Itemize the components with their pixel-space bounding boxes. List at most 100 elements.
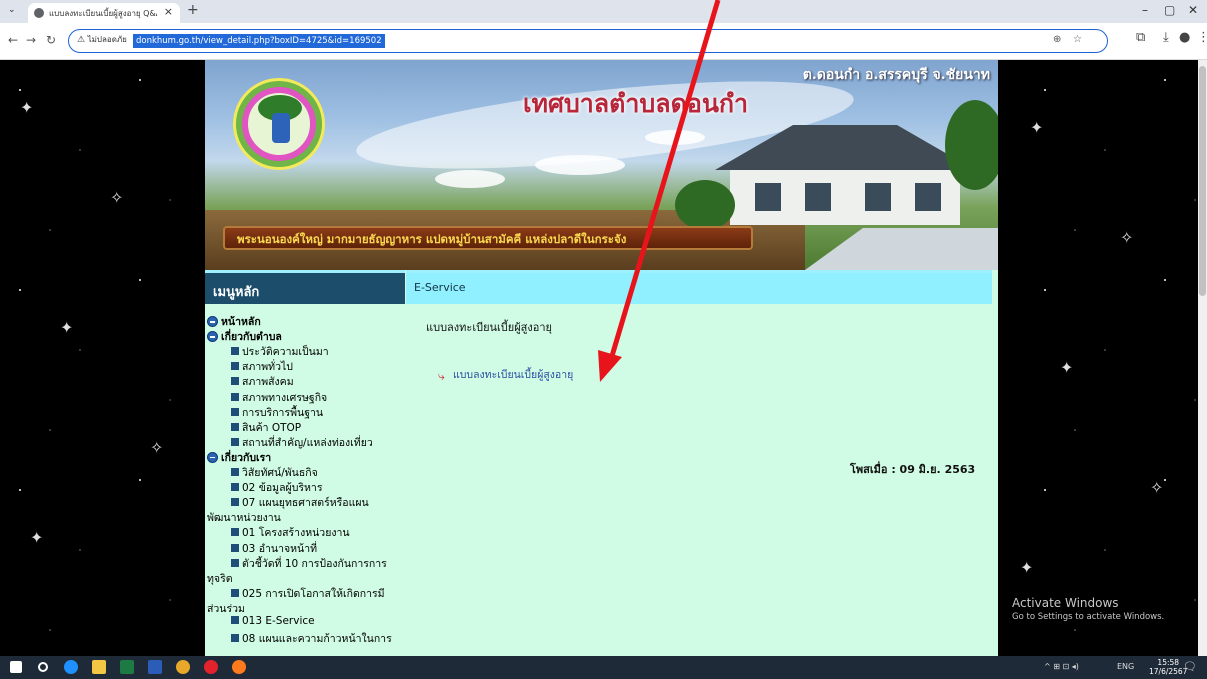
menu-item-label: 02 ข้อมูลผู้บริหาร	[242, 482, 323, 495]
not-secure-indicator[interactable]: ⚠ ไม่ปลอดภัย	[77, 33, 127, 46]
menu-item-label: สินค้า OTOP	[242, 421, 302, 434]
star-sparkle-icon: ✦	[20, 98, 34, 117]
new-tab-icon[interactable]: +	[187, 2, 199, 18]
menu-kebab-icon[interactable]: ⋮	[1197, 30, 1207, 45]
excel-icon[interactable]	[120, 660, 134, 674]
site-favicon-icon	[34, 8, 44, 18]
forward-icon[interactable]: →	[26, 33, 36, 47]
menu-item-label: ส่วนร่วม	[207, 602, 245, 615]
opera-icon[interactable]	[204, 660, 218, 674]
menu-item[interactable]: ตัวชี้วัดที่ 10 การป้องกันการการ	[231, 555, 387, 572]
security-label: ไม่ปลอดภัย	[87, 35, 127, 44]
content-header-label: E-Service	[414, 281, 466, 294]
menu-header-label: เมนูหลัก	[213, 285, 260, 300]
star-sparkle-icon: ✧	[110, 188, 124, 207]
site-banner: ต.ดอนกำ อ.สรรคบุรี จ.ชัยนาท เทศบาลตำบลดอ…	[205, 60, 998, 270]
house-window	[865, 183, 891, 211]
minimize-icon[interactable]: –	[1142, 3, 1148, 17]
tab-search-chevron-icon[interactable]: ⌄	[8, 5, 16, 15]
menu-item-bullet-icon	[231, 407, 239, 416]
search-icon[interactable]	[38, 662, 48, 672]
menu-item-bullet-icon	[231, 377, 239, 386]
menu-section-bullet-icon	[207, 316, 218, 327]
bookmark-star-icon[interactable]: ☆	[1073, 34, 1082, 45]
menu-item-label: เกี่ยวกับตำบล	[221, 331, 282, 344]
slogan-text: พระนอนองค์ใหญ่ มากมายธัญญาหาร แปดหมู่บ้า…	[237, 232, 627, 246]
menu-item[interactable]: 08 แผนและความก้าวหน้าในการ	[231, 630, 392, 647]
house-window	[805, 183, 831, 211]
house-window	[755, 183, 781, 211]
menu-item-label: ตัวชี้วัดที่ 10 การป้องกันการการ	[242, 557, 387, 570]
tray-icons[interactable]: ^ ⊞ ⊡ ◂)	[1044, 662, 1079, 671]
menu-item-label: สภาพสังคม	[242, 376, 294, 389]
page-viewport: ✦ ✧ ✦ ✧ ✦ ✦ ✧ ✦ ✧ ✦ ต.ดอนกำ อ.สรรคบุรี จ…	[0, 60, 1207, 656]
address-bar[interactable]: ⚠ ไม่ปลอดภัย donkhum.go.th/view_detail.p…	[68, 29, 1108, 53]
menu-item[interactable]: 025 การเปิดโอกาสให้เกิดการมี	[231, 585, 385, 602]
close-tab-icon[interactable]: ×	[164, 5, 173, 18]
menu-item-bullet-icon	[231, 437, 239, 446]
close-window-icon[interactable]: ✕	[1188, 3, 1198, 17]
watermark-line1: Activate Windows	[1012, 596, 1119, 610]
language-indicator[interactable]: ENG	[1117, 662, 1134, 671]
page-scrollbar[interactable]	[1198, 60, 1207, 656]
taskbar-clock[interactable]: 15:58 17/6/2567	[1149, 658, 1187, 676]
menu-item-bullet-icon	[231, 634, 239, 643]
chrome-icon[interactable]	[176, 660, 190, 674]
menu-item-label: ประวัติความเป็นมา	[242, 346, 329, 359]
menu-item-bullet-icon	[231, 588, 239, 597]
banner-tree	[675, 180, 735, 230]
windows-start-icon[interactable]	[10, 661, 22, 673]
menu-item-continuation: ทุจริต	[207, 570, 233, 587]
star-sparkle-icon: ✧	[1150, 478, 1164, 497]
slogan-sign: พระนอนองค์ใหญ่ มากมายธัญญาหาร แปดหมู่บ้า…	[223, 226, 753, 250]
menu-item-label: 013 E-Service	[242, 615, 315, 627]
banner-cloud	[435, 170, 505, 188]
extensions-icon[interactable]: ⧉	[1136, 30, 1145, 45]
site-page: ต.ดอนกำ อ.สรรคบุรี จ.ชัยนาท เทศบาลตำบลดอ…	[205, 60, 998, 656]
menu-item-bullet-icon	[231, 483, 239, 492]
download-form-link[interactable]: ⤷ แบบลงทะเบียนเบี้ยผู้สูงอายุ	[438, 366, 573, 383]
url-text[interactable]: donkhum.go.th/view_detail.php?boxID=4725…	[133, 34, 385, 48]
profile-icon[interactable]: ●	[1179, 30, 1190, 45]
star-sparkle-icon: ✦	[1030, 118, 1044, 137]
menu-item-bullet-icon	[231, 498, 239, 507]
menu-item-bullet-icon	[231, 362, 239, 371]
municipality-logo[interactable]	[233, 78, 325, 170]
clock-time: 15:58	[1157, 658, 1180, 667]
restore-icon[interactable]: ▢	[1164, 3, 1175, 17]
menu-item-label: หน้าหลัก	[221, 316, 261, 328]
post-date: โพสเมื่อ : 09 มิ.ย. 2563	[850, 463, 976, 476]
banner-cloud	[535, 155, 625, 175]
banner-tree	[945, 100, 998, 190]
notifications-icon[interactable]: 🗨	[1183, 660, 1197, 673]
star-sparkle-icon: ✦	[60, 318, 74, 337]
download-icon[interactable]: ⤓	[1163, 30, 1169, 45]
zoom-icon[interactable]: ⊕	[1053, 34, 1061, 45]
menu-item-label: 03 อำนาจหน้าที่	[242, 542, 318, 555]
post-title: แบบลงทะเบียนเบี้ยผู้สูงอายุ	[426, 321, 552, 334]
house-roof	[715, 125, 975, 170]
edge-icon[interactable]	[64, 660, 78, 674]
firefox-icon[interactable]	[232, 660, 246, 674]
clock-date: 17/6/2567	[1149, 667, 1188, 676]
content-header: E-Service	[406, 270, 992, 304]
menu-item[interactable]: 013 E-Service	[231, 615, 315, 627]
browser-tab[interactable]: แบบลงทะเบียนเบี้ยผู้สูงอายุ Q&A หน ×	[28, 3, 180, 23]
site-subtitle: ต.ดอนกำ อ.สรรคบุรี จ.ชัยนาท	[802, 67, 990, 83]
menu-item-bullet-icon	[231, 347, 239, 356]
menu-item-label: สถานที่สำคัญ/แหล่งท่องเที่ยว	[242, 436, 373, 449]
menu-item-bullet-icon	[231, 543, 239, 552]
scrollbar-thumb[interactable]	[1199, 66, 1206, 296]
file-explorer-icon[interactable]	[92, 660, 106, 674]
logo-figure-icon	[272, 113, 290, 143]
download-form-link-label: แบบลงทะเบียนเบี้ยผู้สูงอายุ	[453, 369, 574, 381]
menu-section-bullet-icon	[207, 451, 218, 463]
reload-icon[interactable]: ↻	[46, 33, 56, 47]
menu-item-label: 01 โครงสร้างหน่วยงาน	[242, 527, 350, 540]
star-sparkle-icon: ✧	[150, 438, 164, 457]
word-icon[interactable]	[148, 660, 162, 674]
menu-item-label: พัฒนาหน่วยงาน	[207, 512, 281, 525]
site-title: เทศบาลตำบลดอนกำ	[523, 89, 749, 118]
menu-item-label: สภาพทั่วไป	[242, 361, 293, 374]
back-icon[interactable]: ←	[8, 33, 18, 47]
